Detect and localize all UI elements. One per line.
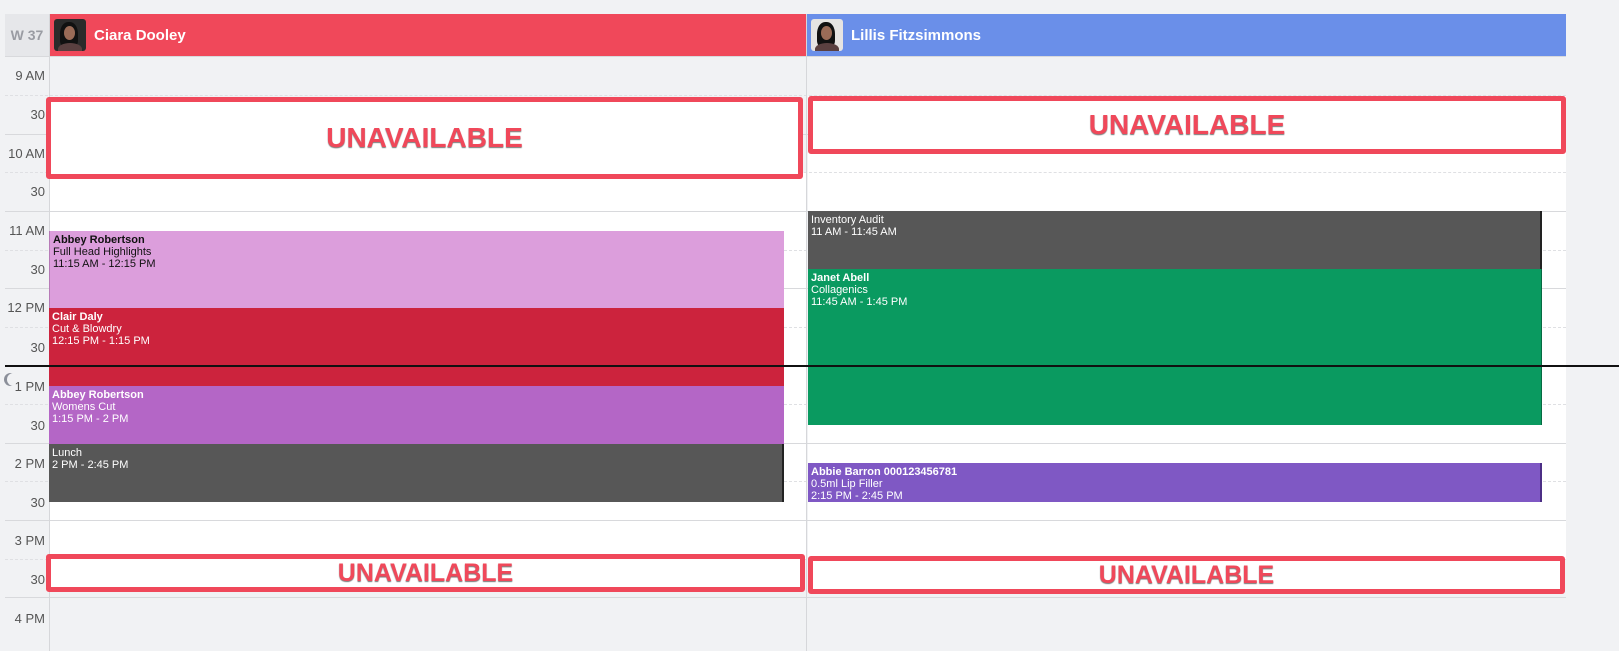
staff-name: Lillis Fitzsimmons (851, 26, 982, 44)
moon-icon (7, 373, 20, 386)
time-label: 4 PM (14, 611, 45, 626)
appointment-block[interactable]: Lunch 2 PM - 2:45 PM (49, 444, 784, 502)
appointment-time: 11:15 AM - 12:15 PM (53, 258, 156, 270)
staff-header-lillis[interactable]: Lillis Fitzsimmons (807, 14, 1566, 56)
appointment-client: Inventory Audit (811, 214, 884, 226)
time-label: 9 AM (15, 68, 45, 83)
appointment-block[interactable]: Abbie Barron 000123456781 0.5ml Lip Fill… (808, 463, 1542, 502)
time-label: 30 (30, 418, 45, 433)
appointment-client: Abbey Robertson (53, 234, 145, 246)
unavailable-block[interactable]: UNAVAILABLE (46, 554, 805, 592)
appointment-service: Cut & Blowdry (52, 323, 122, 335)
appointment-client: Abbie Barron 000123456781 (811, 466, 958, 478)
appointment-time: 12:15 PM - 1:15 PM (52, 335, 150, 347)
time-label: 10 AM (8, 146, 45, 161)
staff-header-ciara[interactable]: Ciara Dooley (50, 14, 806, 56)
current-time-line (5, 365, 1619, 367)
appointment-time: 2:15 PM - 2:45 PM (811, 490, 903, 502)
time-label: 3 PM (14, 533, 45, 548)
time-label: 30 (30, 184, 45, 199)
appointment-block[interactable]: Abbey Robertson Full Head Highlights 11:… (49, 231, 784, 308)
avatar (54, 19, 86, 51)
appointment-client: Janet Abell (811, 272, 870, 284)
appointment-client: Lunch (52, 447, 82, 459)
unavailable-block[interactable]: UNAVAILABLE (808, 556, 1565, 594)
time-label: 30 (30, 495, 45, 510)
time-label: 11 AM (9, 223, 45, 238)
staff-name: Ciara Dooley (94, 26, 186, 44)
time-label: 30 (30, 262, 45, 277)
appointment-time: 11:45 AM - 1:45 PM (811, 296, 908, 308)
appointment-service: Womens Cut (52, 401, 116, 413)
time-label: 12 PM (7, 300, 45, 315)
appointment-block[interactable]: Janet Abell Collagenics 11:45 AM - 1:45 … (808, 269, 1542, 425)
appointment-service: 0.5ml Lip Filler (811, 478, 883, 490)
time-label: 30 (30, 107, 45, 122)
unavailable-block[interactable]: UNAVAILABLE (808, 96, 1566, 154)
appointment-service: Full Head Highlights (53, 246, 152, 258)
unavailable-label: UNAVAILABLE (1098, 560, 1275, 589)
time-gutter: 9 AM 30 10 AM 30 11 AM 30 12 PM 30 1 PM … (5, 0, 49, 651)
unavailable-label: UNAVAILABLE (326, 122, 523, 153)
appointment-block[interactable]: Abbey Robertson Womens Cut 1:15 PM - 2 P… (49, 386, 784, 444)
time-label: 30 (30, 572, 45, 587)
appointment-block[interactable]: Clair Daly Cut & Blowdry 12:15 PM - 1:15… (49, 308, 784, 386)
appointment-time: 1:15 PM - 2 PM (52, 413, 129, 425)
time-label: 2 PM (14, 456, 45, 471)
avatar (811, 19, 843, 51)
appointment-client: Clair Daly (52, 311, 103, 323)
appointment-service: Collagenics (811, 284, 868, 296)
unavailable-label: UNAVAILABLE (337, 558, 514, 587)
appointment-time: 2 PM - 2:45 PM (52, 459, 129, 471)
time-label: 30 (30, 340, 45, 355)
unavailable-block[interactable]: UNAVAILABLE (46, 97, 803, 179)
appointment-block[interactable]: Inventory Audit 11 AM - 11:45 AM (808, 211, 1542, 269)
unavailable-label: UNAVAILABLE (1088, 109, 1286, 140)
appointment-time: 11 AM - 11:45 AM (811, 226, 897, 238)
appointment-client: Abbey Robertson (52, 389, 144, 401)
